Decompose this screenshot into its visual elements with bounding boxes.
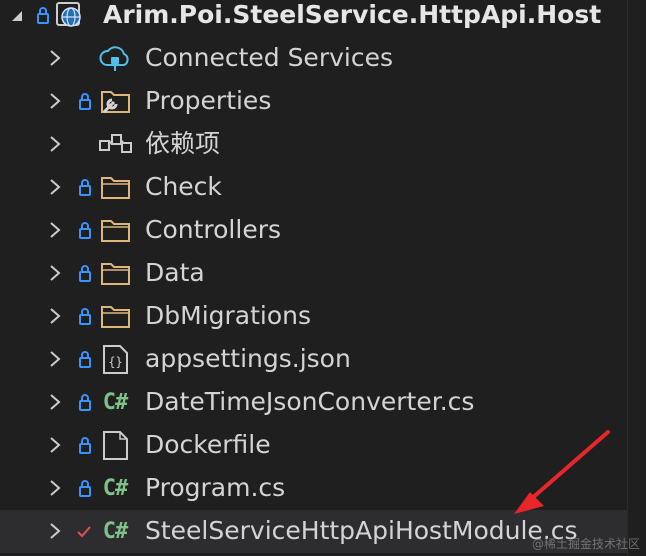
watermark: @稀土掘金技术社区 (531, 537, 640, 551)
annotation-arrow (514, 430, 610, 514)
